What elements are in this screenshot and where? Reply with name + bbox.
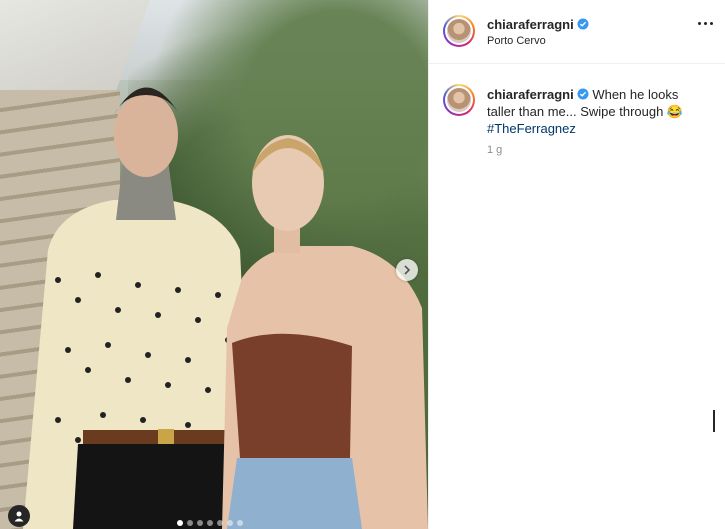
verified-badge-icon <box>577 88 589 100</box>
post-photo[interactable] <box>0 0 428 529</box>
post-header: chiaraferragni Porto Cervo <box>429 0 725 64</box>
hashtag-link[interactable]: #TheFerragnez <box>487 121 576 136</box>
carousel-dot <box>197 520 203 526</box>
person-tag-icon <box>14 511 24 522</box>
carousel-dot <box>237 520 243 526</box>
carousel-dot <box>207 520 213 526</box>
caption-avatar[interactable] <box>443 84 475 116</box>
scrollbar-thumb[interactable] <box>713 410 715 432</box>
avatar[interactable] <box>443 15 475 47</box>
header-username-row: chiaraferragni <box>487 16 589 34</box>
photo-woman <box>222 135 428 529</box>
carousel-dot <box>217 520 223 526</box>
carousel-dot <box>227 520 233 526</box>
username-link[interactable]: chiaraferragni <box>487 17 574 32</box>
carousel-indicator <box>177 520 243 526</box>
caption-text: chiaraferragni When he looks taller than… <box>487 86 707 137</box>
location-link[interactable]: Porto Cervo <box>487 35 546 47</box>
chevron-right-icon <box>404 265 411 275</box>
carousel-next-button[interactable] <box>396 259 418 281</box>
caption-username-link[interactable]: chiaraferragni <box>487 87 574 102</box>
post-timestamp: 1 g <box>487 144 503 156</box>
more-options-icon[interactable] <box>698 22 713 25</box>
post-side-panel: chiaraferragni Porto Cervo chiaraferragn… <box>428 0 725 529</box>
verified-badge-icon <box>577 18 589 30</box>
tagged-users-button[interactable] <box>8 505 30 527</box>
carousel-dot <box>177 520 183 526</box>
carousel-dot <box>187 520 193 526</box>
